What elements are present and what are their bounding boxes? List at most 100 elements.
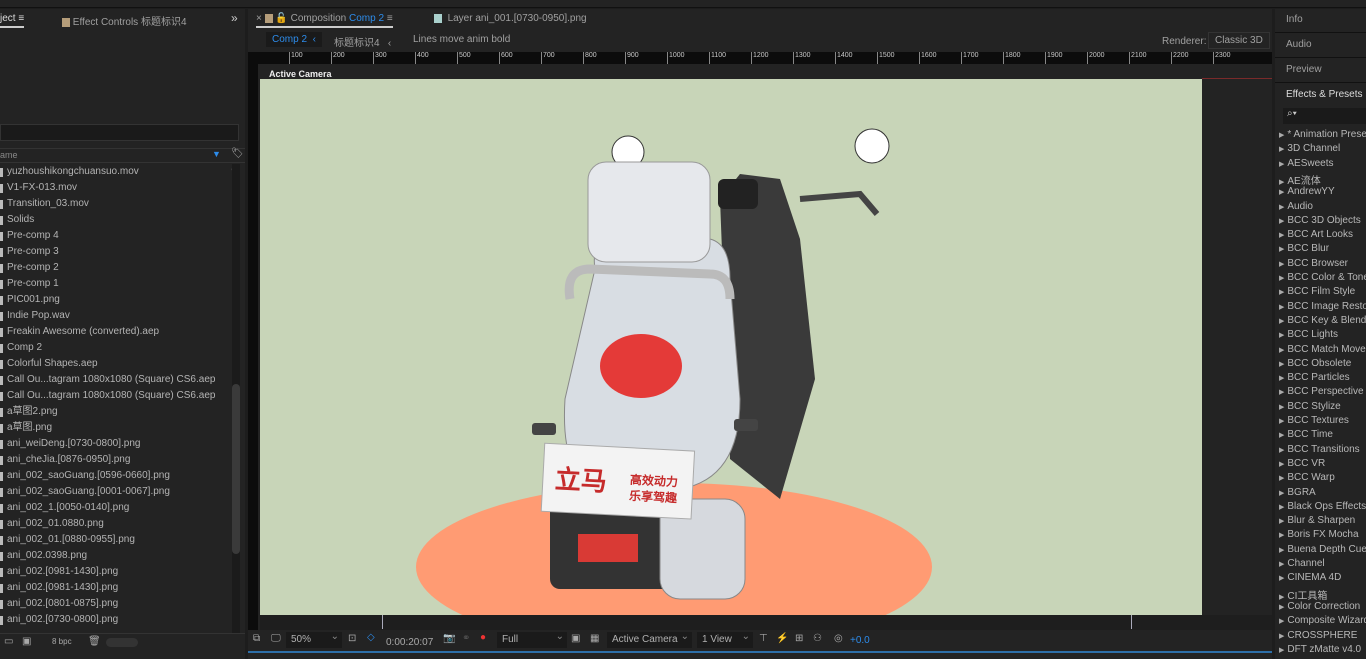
effect-category[interactable]: AE流体 <box>1279 172 1320 187</box>
effect-category[interactable]: BCC Obsolete <box>1279 358 1351 369</box>
effect-category[interactable]: Buena Depth Cue <box>1279 544 1366 555</box>
menu-icon[interactable]: ≡ <box>18 13 24 24</box>
tab-preview[interactable]: Preview <box>1286 64 1322 75</box>
timeline-strip[interactable] <box>260 615 1272 630</box>
project-search-input[interactable] <box>0 124 239 141</box>
project-item[interactable]: V1-FX-013.mov <box>0 180 232 196</box>
project-item[interactable]: ani_002.[0981-1430].png <box>0 564 232 580</box>
trash-icon[interactable]: 🗑 <box>88 636 101 647</box>
monitor-icon[interactable]: 🖵 <box>271 633 281 644</box>
project-item[interactable]: yuzhoushikongchuansuo.mov <box>0 164 232 180</box>
interpret-footage-icon[interactable]: ▭ <box>4 636 13 647</box>
effect-category[interactable]: Channel <box>1279 558 1324 569</box>
effect-category[interactable]: BCC Blur <box>1279 243 1329 254</box>
name-column-header[interactable]: ame <box>0 150 18 160</box>
effect-category[interactable]: AESweets <box>1279 158 1333 169</box>
composition-viewer[interactable]: 立马 高效动力 乐享驾趣 <box>260 79 1202 615</box>
project-item[interactable]: ani_002_saoGuang.[0596-0660].png <box>0 468 232 484</box>
project-item[interactable]: ani_002_01.0880.png <box>0 516 232 532</box>
effect-category[interactable]: * Animation Presets <box>1279 129 1366 140</box>
project-item[interactable]: Call Ou...tagram 1080x1080 (Square) CS6.… <box>0 388 232 404</box>
work-area-end[interactable] <box>1131 615 1132 629</box>
effect-category[interactable]: BCC 3D Objects <box>1279 215 1360 226</box>
tab-layer[interactable]: Layer ani_001.[0730-0950].png <box>434 13 587 24</box>
project-item[interactable]: Pre-comp 3 <box>0 244 232 260</box>
tag-icon[interactable]: 🏷 <box>231 148 244 159</box>
effect-category[interactable]: BCC Art Looks <box>1279 229 1353 240</box>
fast-previews-icon[interactable]: ⚡ <box>776 633 788 644</box>
effect-category[interactable]: BCC Transitions <box>1279 444 1359 455</box>
toggle-pixel-aspect-icon[interactable]: ⊤ <box>759 633 768 644</box>
project-item[interactable]: ani_002.[0730-0800].png <box>0 612 232 628</box>
effect-category[interactable]: Boris FX Mocha <box>1279 529 1358 540</box>
project-item[interactable]: Transition_03.mov <box>0 196 232 212</box>
menu-icon[interactable]: ≡ <box>387 13 393 24</box>
sort-arrow-icon[interactable]: ▼ <box>212 149 221 159</box>
footer-scrollbar[interactable] <box>106 638 138 647</box>
breadcrumb-title[interactable]: 标题标识4 ‹ <box>334 34 391 49</box>
flowchart-icon[interactable]: ⚇ <box>813 633 822 644</box>
effect-category[interactable]: BCC Particles <box>1279 372 1349 383</box>
effect-category[interactable]: AndrewYY <box>1279 186 1334 197</box>
view-layout-dropdown[interactable]: 1 View <box>697 629 753 648</box>
project-scrollbar[interactable] <box>232 164 240 634</box>
project-item[interactable]: a草图.png <box>0 420 232 436</box>
playhead[interactable] <box>382 615 383 629</box>
effect-category[interactable]: BCC Film Style <box>1279 286 1355 297</box>
project-item[interactable]: ani_002_1.[0050-0140].png <box>0 500 232 516</box>
effect-category[interactable]: BCC Image Restoration <box>1279 301 1366 312</box>
new-folder-icon[interactable]: ▣ <box>22 636 31 647</box>
project-item[interactable]: ani_weiDeng.[0730-0800].png <box>0 436 232 452</box>
renderer-button[interactable]: Classic 3D <box>1208 32 1270 49</box>
effect-category[interactable]: DFT zMatte v4.0 <box>1279 644 1361 655</box>
exposure-value[interactable]: +0.0 <box>850 635 870 646</box>
channel-rgb-icon[interactable]: ● <box>480 632 486 643</box>
effect-category[interactable]: CROSSPHERE <box>1279 630 1357 641</box>
project-item[interactable]: Comp 2 <box>0 340 232 356</box>
effect-category[interactable]: BCC Match Move <box>1279 344 1365 355</box>
project-item[interactable]: Freakin Awesome (converted).aep <box>0 324 232 340</box>
project-item[interactable]: Colorful Shapes.aep <box>0 356 232 372</box>
project-item[interactable]: ani_002_01.[0880-0955].png <box>0 532 232 548</box>
resolution-dropdown[interactable]: Full <box>497 629 567 648</box>
project-item[interactable]: ani_002.0398.png <box>0 548 232 564</box>
effect-category[interactable]: BCC Warp <box>1279 472 1334 483</box>
snapshot-camera-icon[interactable]: 📷 <box>443 633 455 644</box>
overflow-chevron-icon[interactable]: » <box>231 11 238 25</box>
project-item[interactable]: PIC001.png <box>0 292 232 308</box>
effect-category[interactable]: BCC Time <box>1279 429 1333 440</box>
breadcrumb-comp2[interactable]: Comp 2 ‹ <box>266 32 322 47</box>
close-tab-icon[interactable]: × <box>256 13 262 24</box>
project-item[interactable]: a草图2.png <box>0 404 232 420</box>
project-item[interactable]: Pre-comp 2 <box>0 260 232 276</box>
mask-visibility-icon[interactable]: ◇ <box>367 632 375 643</box>
tab-info[interactable]: Info <box>1286 14 1303 25</box>
effect-category[interactable]: Audio <box>1279 201 1313 212</box>
project-item[interactable]: Indie Pop.wav <box>0 308 232 324</box>
current-time[interactable]: 0:00:20:07 <box>386 637 433 648</box>
project-item[interactable]: ani_002_saoGuang.[0001-0067].png <box>0 484 232 500</box>
tab-effects-presets[interactable]: Effects & Presets <box>1286 89 1363 100</box>
effect-category[interactable]: BCC Color & Tone <box>1279 272 1366 283</box>
tab-project[interactable]: ject ≡ <box>0 13 25 28</box>
lock-icon[interactable]: 🔓 <box>275 13 287 24</box>
project-item[interactable]: Pre-comp 1 <box>0 276 232 292</box>
effect-category[interactable]: BCC Browser <box>1279 258 1348 269</box>
always-preview-icon[interactable]: ⧉ <box>253 633 260 644</box>
effects-search-input[interactable]: ⌕▾ <box>1283 108 1366 124</box>
tab-audio[interactable]: Audio <box>1286 39 1312 50</box>
effect-category[interactable]: CI工具箱 <box>1279 587 1327 602</box>
project-item[interactable]: ani_002.[0981-1430].png <box>0 580 232 596</box>
effect-category[interactable]: BCC Key & Blend <box>1279 315 1366 326</box>
effect-category[interactable]: BGRA <box>1279 487 1315 498</box>
transparency-grid-icon[interactable]: ▦ <box>590 633 599 644</box>
effect-category[interactable]: BCC VR <box>1279 458 1325 469</box>
effect-category[interactable]: Black Ops Effects <box>1279 501 1366 512</box>
safe-margins-icon[interactable]: ⊡ <box>348 633 356 644</box>
camera-view-dropdown[interactable]: Active Camera <box>607 629 692 648</box>
effect-category[interactable]: BCC Perspective <box>1279 386 1363 397</box>
project-item[interactable]: ani_002.[0801-0875].png <box>0 596 232 612</box>
tab-composition[interactable]: × 🔓 Composition Comp 2 ≡ <box>256 13 393 28</box>
effect-category[interactable]: Blur & Sharpen <box>1279 515 1355 526</box>
timeline-icon[interactable]: ⊞ <box>795 633 803 644</box>
